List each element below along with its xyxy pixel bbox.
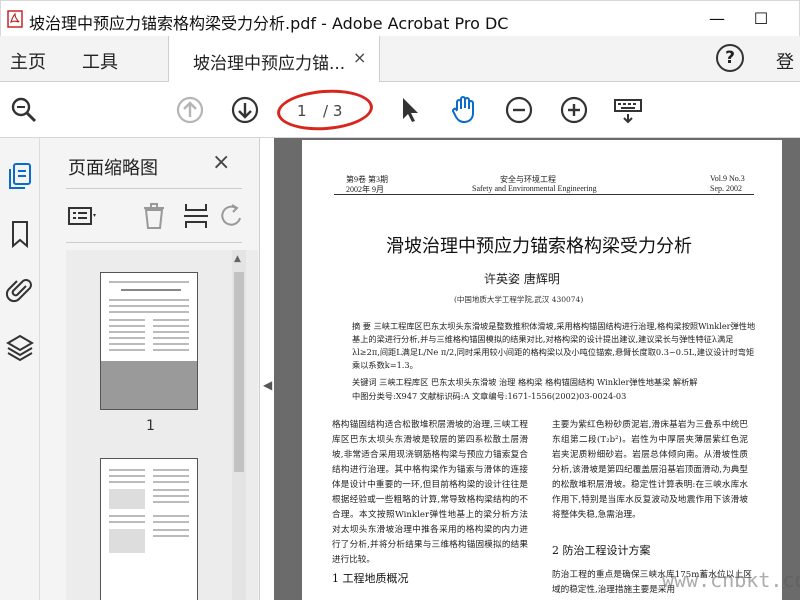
attachment-icon[interactable]	[4, 274, 36, 306]
scroll-up-arrow-icon[interactable]: ▲	[234, 254, 241, 264]
collapse-panel-arrow-icon[interactable]: ◀	[263, 378, 272, 392]
panel-divider	[66, 188, 242, 189]
header-rule	[334, 194, 754, 195]
maximize-button[interactable]: ☐	[745, 7, 777, 31]
paper-abstract: 摘 要 三峡工程库区巴东太坝头东滑坡是整数推积体滑坡,采用格构锚固结构进行治理,…	[352, 321, 756, 370]
zoom-in-icon[interactable]	[558, 94, 590, 126]
page-header-date-en: Sep. 2002	[710, 184, 742, 193]
minimize-button[interactable]: —	[701, 7, 733, 31]
section-heading-1: 1 工程地质概况	[332, 572, 409, 585]
panel-divider-2	[66, 242, 242, 243]
page-header-vol-en: Vol.9 No.3	[710, 174, 745, 183]
red-highlight-ring	[275, 86, 375, 134]
layers-icon[interactable]	[4, 332, 36, 364]
menu-tab-bar: 主页 工具 坡治理中预应力锚... × ? 登	[0, 36, 800, 82]
panel-title: 页面缩略图	[68, 158, 158, 179]
document-tab-label: 坡治理中预应力锚...	[193, 54, 345, 74]
paper-affiliation: (中国地质大学工程学院,武汉 430074)	[454, 295, 584, 304]
thumbnail-viewport-shade	[101, 361, 197, 409]
hand-icon[interactable]	[448, 94, 480, 126]
thumbnail-page-number: 1	[146, 418, 155, 434]
rotate-page-icon[interactable]	[216, 200, 248, 232]
thumbnails-list: 1	[66, 250, 258, 600]
panel-close-icon[interactable]: ×	[212, 150, 230, 175]
zoom-search-icon[interactable]	[8, 94, 40, 126]
extract-page-icon[interactable]	[180, 200, 212, 232]
page-header-journal-en: Safety and Environmental Engineering	[472, 184, 597, 193]
page-number-box[interactable]: 1 / 3	[275, 86, 375, 134]
zoom-out-icon[interactable]	[503, 94, 535, 126]
title-bar: 坡治理中预应力锚索格构梁受力分析.pdf - Adobe Acrobat Pro…	[0, 0, 800, 36]
scrollbar-thumb[interactable]	[234, 272, 244, 472]
section-heading-2: 2 防治工程设计方案	[552, 544, 651, 557]
keyboard-icon[interactable]	[612, 94, 644, 126]
document-tab[interactable]: 坡治理中预应力锚... ×	[168, 36, 380, 82]
thumbnails-scrollbar[interactable]: ▲	[232, 250, 246, 600]
thumbnail-options-icon[interactable]	[66, 200, 98, 232]
login-button[interactable]: 登	[776, 48, 794, 74]
select-arrow-icon[interactable]	[394, 94, 426, 126]
left-tool-rail	[0, 138, 40, 600]
home-menu[interactable]: 主页	[10, 48, 46, 74]
document-tab-close-icon[interactable]: ×	[353, 48, 366, 67]
body-column-right: 主要为紫红色粉砂质泥岩,滑床基岩为三叠系中统巴东组第二段(T₂b²)。岩性为中厚…	[552, 420, 748, 520]
watermark: www.cnbkt.com	[662, 568, 800, 592]
window-title: 坡治理中预应力锚索格构梁受力分析.pdf - Adobe Acrobat Pro…	[29, 14, 509, 33]
next-page-icon[interactable]	[229, 94, 261, 126]
help-button[interactable]: ?	[716, 44, 744, 72]
paper-authors: 许英姿 唐辉明	[484, 272, 560, 286]
page-thumbnail-2[interactable]	[100, 458, 198, 600]
acrobat-app-icon	[7, 10, 23, 28]
prev-page-icon[interactable]	[174, 94, 206, 126]
body-column-left: 格构锚固结构适合松散堆积层滑坡的治理,三峡工程库区巴东太坝头东滑坡是较层的第四系…	[332, 420, 528, 565]
paper-title: 滑坡治理中预应力锚索格构梁受力分析	[386, 236, 692, 257]
paper-classification: 中图分类号:X947 文献标识码:A 文章编号:1671-1556(2002)0…	[352, 391, 627, 401]
page-thumbnail-1[interactable]	[100, 272, 198, 410]
pdf-page: 第9卷 第3期 2002年 9月 安全与环境工程 Safety and Envi…	[302, 140, 782, 600]
main-toolbar	[0, 82, 800, 138]
delete-page-icon[interactable]	[138, 200, 170, 232]
bookmark-icon[interactable]	[4, 218, 36, 250]
paper-keywords: 关键词 三峡工程库区 巴东太坝头东滑坡 治理 格构梁 格构锚固结构 Winkle…	[352, 377, 698, 387]
tools-menu[interactable]: 工具	[82, 48, 118, 74]
page-thumbnails-icon[interactable]	[4, 160, 36, 192]
